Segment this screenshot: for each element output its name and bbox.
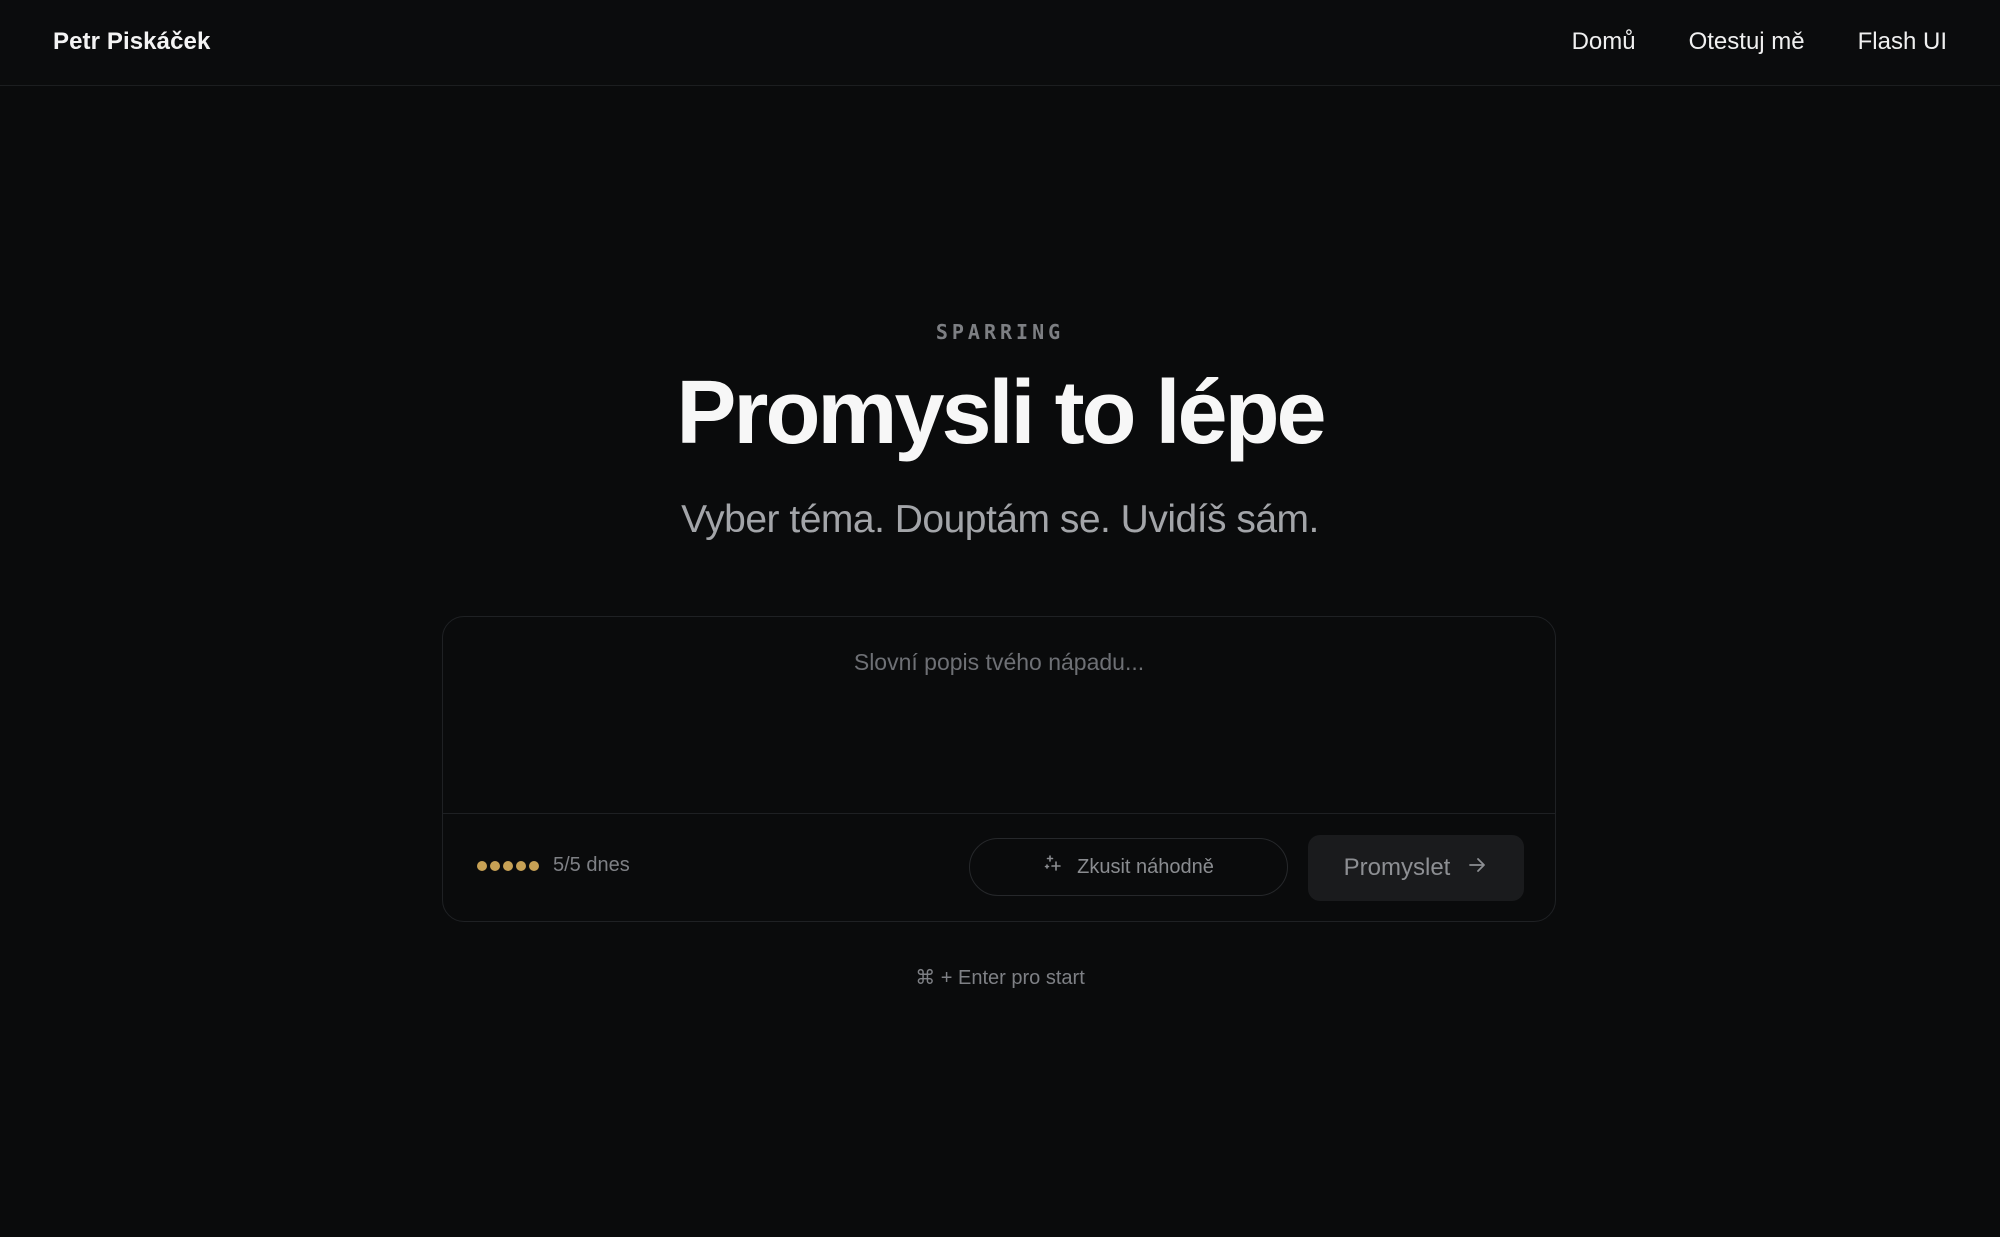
idea-composer-card: 5/5 dnes Zkusit náhodně Promyslet [442,616,1556,922]
quota-dot [477,860,487,871]
main-nav: Domů Otestuj mě Flash UI [1572,28,1947,56]
idea-description-input[interactable] [443,617,1555,813]
quota-dot [516,860,526,871]
nav-link-test-me[interactable]: Otestuj mě [1689,28,1805,56]
try-random-button[interactable]: Zkusit náhodně [969,838,1288,896]
section-eyebrow: SPARRING [935,320,1065,344]
quota-dot [529,860,539,871]
try-random-label: Zkusit náhodně [1077,855,1214,878]
nav-link-flash-ui[interactable]: Flash UI [1858,28,1947,56]
nav-link-home[interactable]: Domů [1572,28,1636,56]
quota-label: 5/5 dnes [553,854,630,876]
page-title: Promysli to lépe [676,363,1326,463]
quota-dot [503,860,513,871]
think-through-button[interactable]: Promyslet [1308,835,1524,901]
keyboard-shortcut-hint: ⌘ + Enter pro start [915,967,1085,989]
think-through-label: Promyslet [1343,854,1451,881]
top-navigation-bar: Petr Piskáček Domů Otestuj mě Flash UI [0,0,2000,86]
site-brand[interactable]: Petr Piskáček [53,28,210,56]
arrow-right-icon [1466,854,1488,883]
quota-dots [477,860,539,871]
sparkle-icon [1043,854,1063,880]
composer-footer: 5/5 dnes Zkusit náhodně Promyslet [443,814,1555,921]
quota-dot [490,860,500,871]
page-subtitle: Vyber téma. Douptám se. Uvidíš sám. [681,498,1319,541]
daily-quota: 5/5 dnes [477,854,630,877]
